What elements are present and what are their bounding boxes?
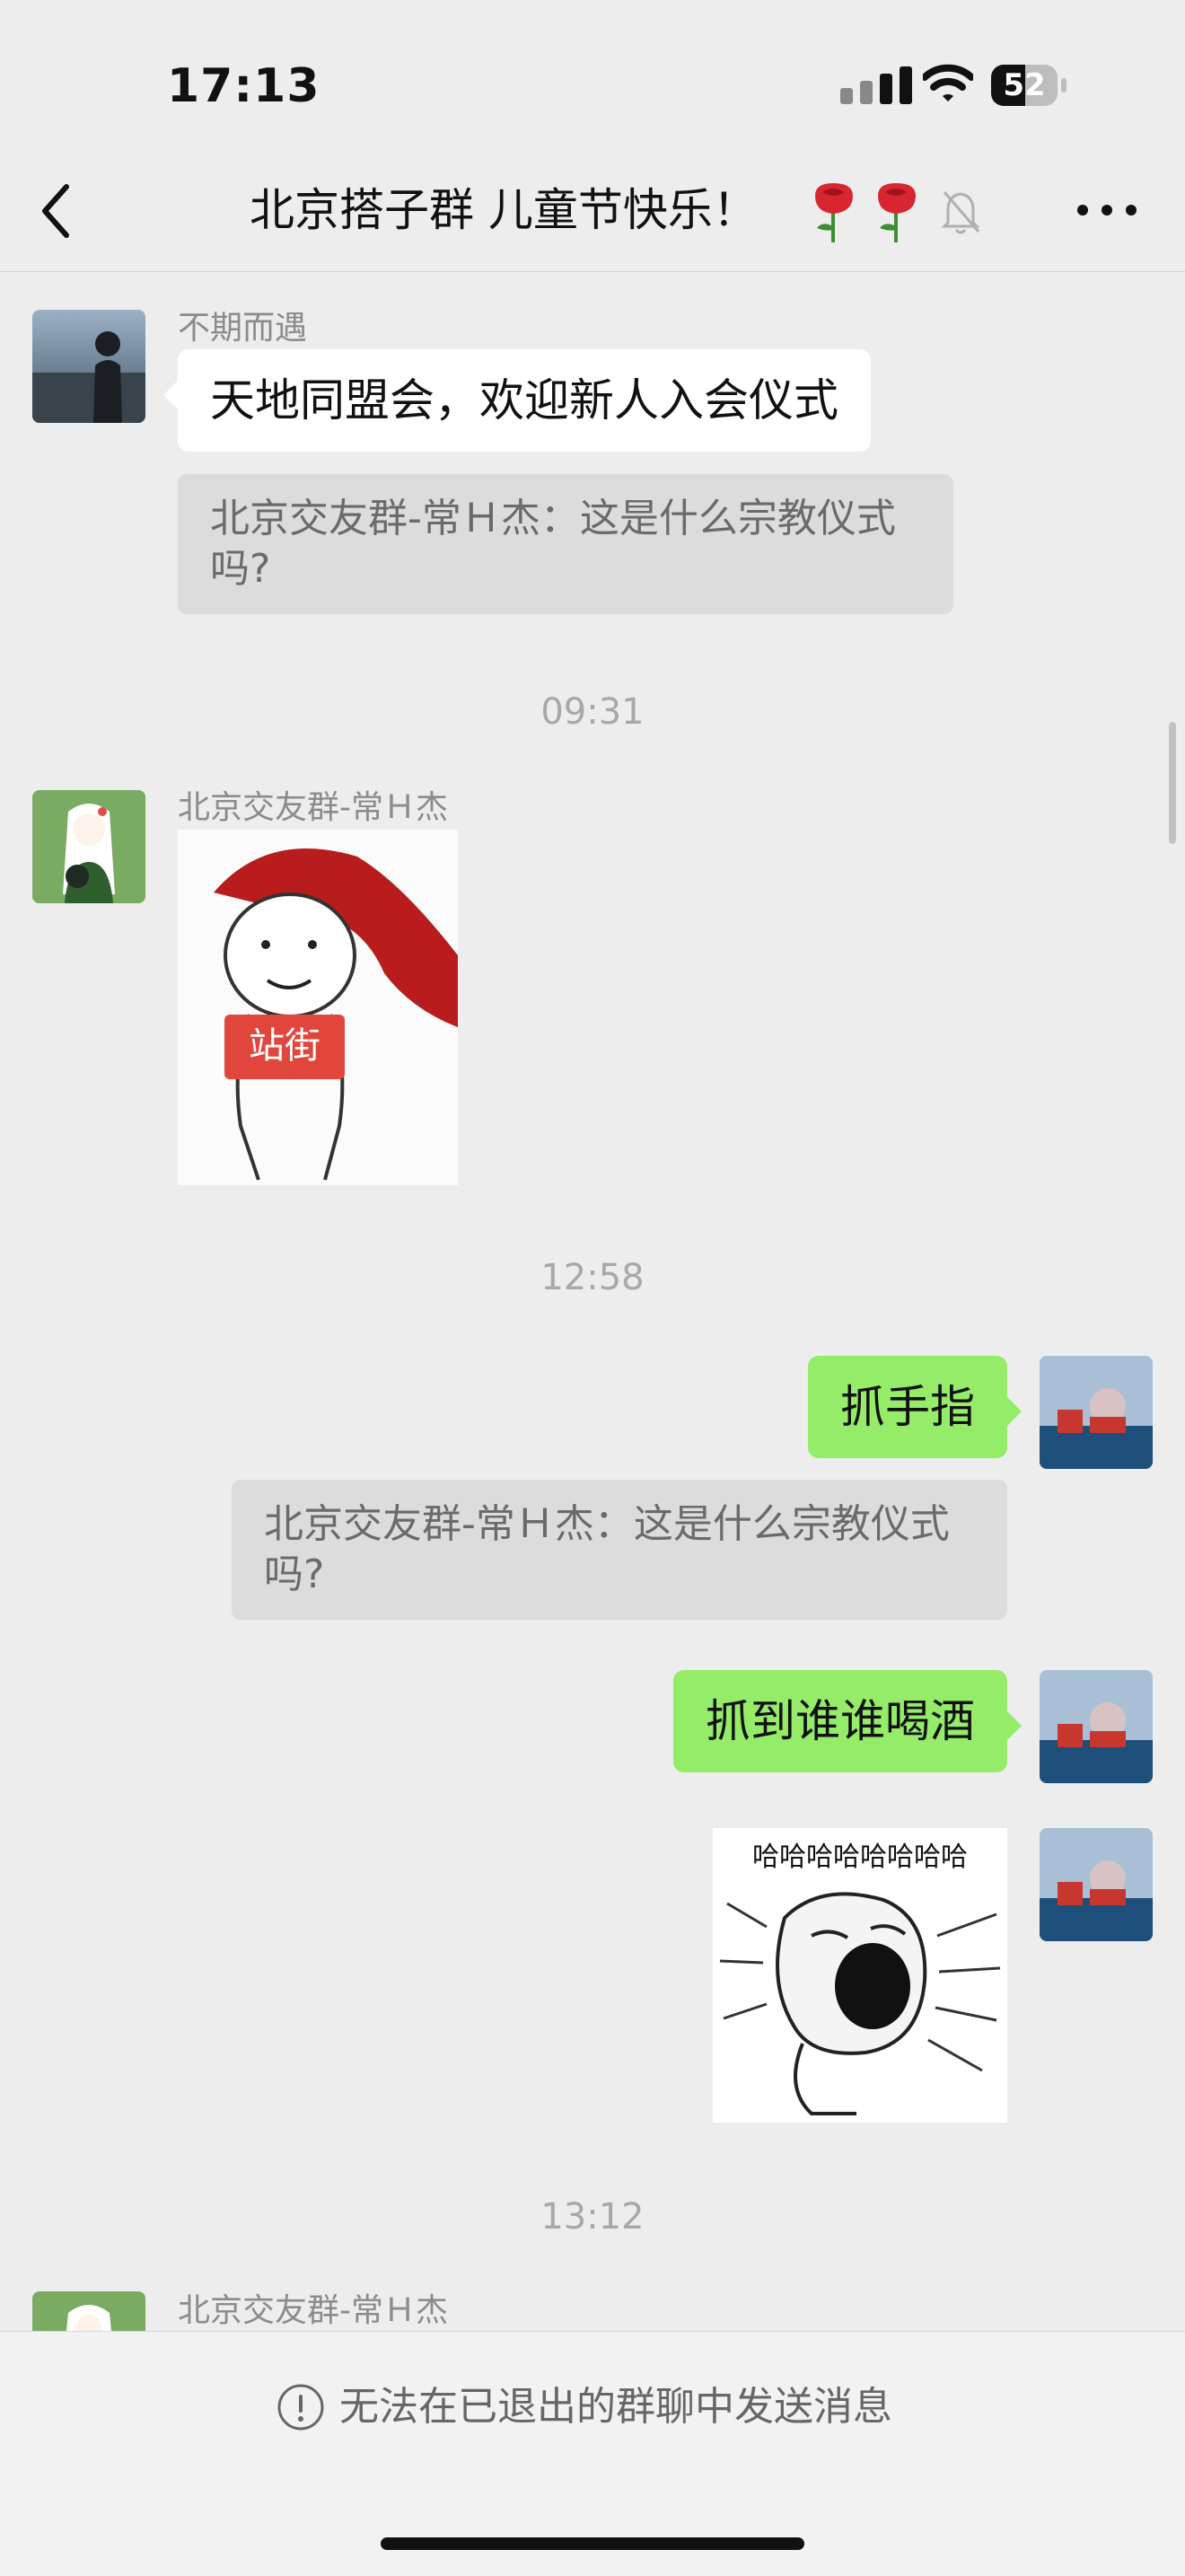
message-bubble[interactable]: 天地同盟会，欢迎新人入会仪式 [178,349,871,452]
sticker-caption: 站街 [249,1025,320,1067]
chat-title: 北京搭子群 儿童节快乐！ [250,184,758,236]
quoted-message[interactable]: 北京交友群-常Ｈ杰：这是什么宗教仪式吗? [178,474,953,614]
sticker-caption: 哈哈哈哈哈哈哈哈 [752,1842,968,1873]
battery-level: 52 [1003,67,1046,103]
exclamation-circle-icon [277,2384,324,2431]
avatar[interactable] [32,310,145,423]
ellipsis-icon[interactable] [1074,199,1140,221]
sender-name: 北京交友群-常Ｈ杰 [178,789,448,826]
bubble-tail [163,381,178,409]
self-avatar[interactable] [1040,1670,1153,1783]
bubble-tail [1007,1711,1022,1740]
timestamp: 09:31 [540,691,645,733]
message-bubble[interactable]: 抓手指 [808,1356,1007,1458]
timestamp: 12:58 [540,1257,645,1298]
bubble-tail [1007,1397,1022,1426]
message-bubble[interactable]: 抓到谁谁喝酒 [673,1670,1007,1772]
bell-slash-icon [941,191,980,234]
chevron-left-icon[interactable] [36,180,81,242]
battery-indicator: 52 [991,65,1068,106]
self-avatar[interactable] [1040,1356,1153,1469]
sticker-image[interactable]: 站街 [178,830,458,1185]
scrollbar[interactable] [1169,722,1176,844]
wifi-icon [923,64,973,101]
timestamp: 13:12 [540,2196,645,2238]
avatar[interactable] [32,2291,145,2331]
status-time: 17:13 [167,59,320,113]
sender-name: 不期而遇 [178,310,308,347]
home-indicator [381,2537,804,2550]
sticker-image[interactable]: 哈哈哈哈哈哈哈哈 [713,1828,1007,2123]
rose-emoji [815,183,853,242]
self-avatar[interactable] [1040,1828,1153,1941]
sender-name: 北京交友群-常Ｈ杰 [178,2292,448,2329]
disabled-notice: 无法在已退出的群聊中发送消息 [339,2384,892,2430]
rose-emoji [878,183,916,242]
quoted-message[interactable]: 北京交友群-常Ｈ杰：这是什么宗教仪式吗? [232,1480,1007,1620]
avatar[interactable] [32,790,145,903]
